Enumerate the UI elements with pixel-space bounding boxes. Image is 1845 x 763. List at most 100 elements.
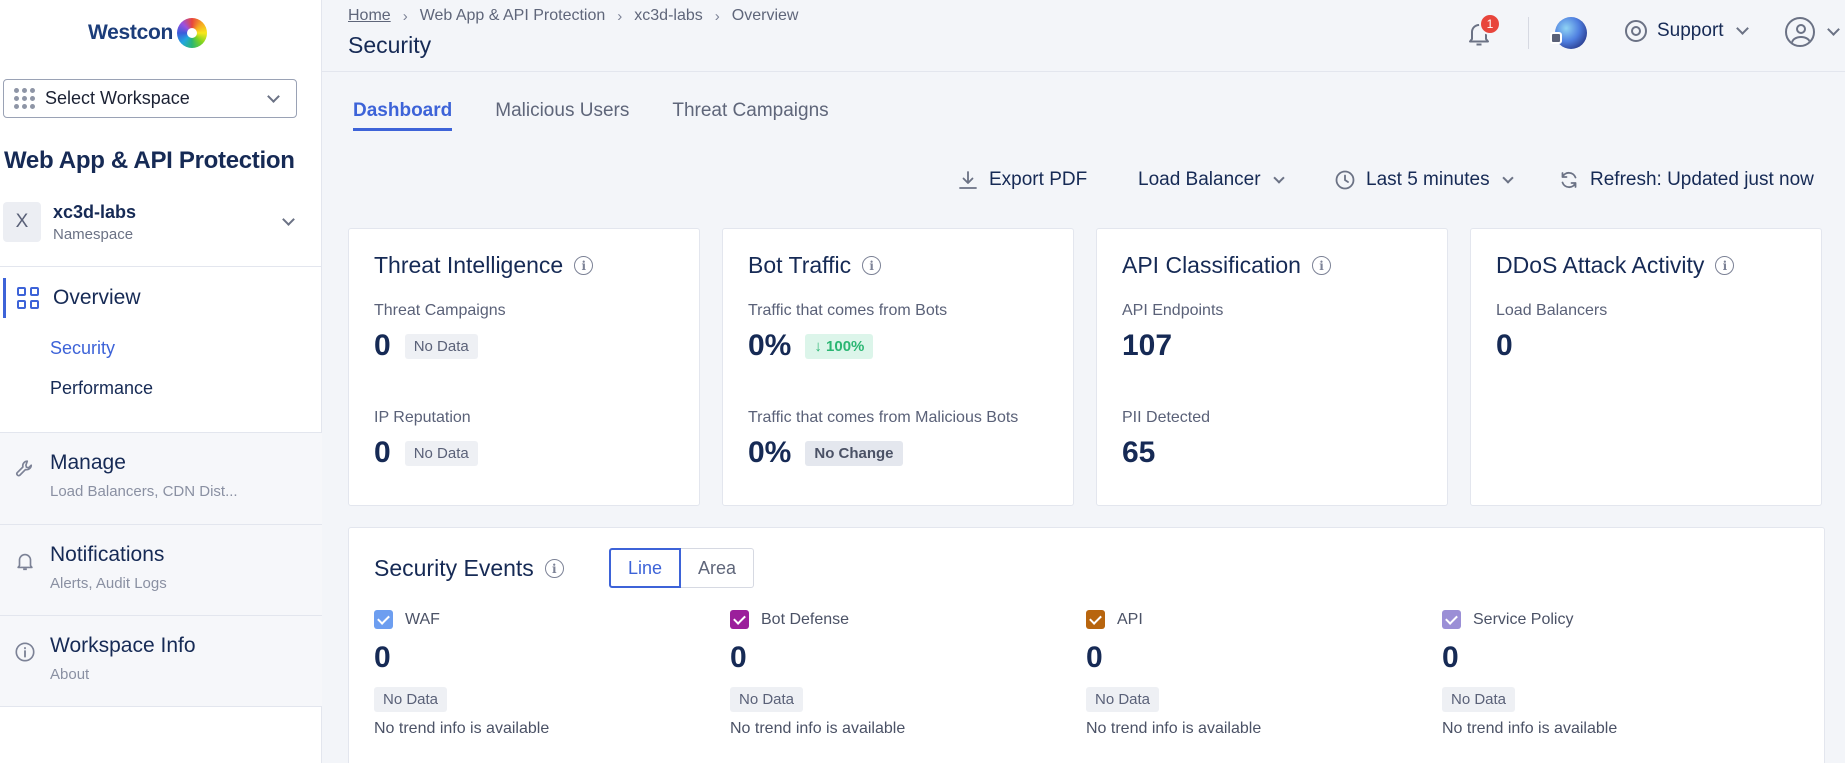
api-classification-card: API Classification i API Endpoints 107 PI… — [1096, 228, 1448, 506]
chevron-right-icon: › — [714, 7, 720, 25]
divider — [0, 266, 322, 267]
nav-performance[interactable]: Performance — [50, 378, 153, 399]
trend-value: 100% — [826, 337, 865, 355]
breadcrumb-home[interactable]: Home — [348, 7, 391, 25]
namespace-avatar: X — [3, 202, 41, 242]
bot-defense-checkbox[interactable] — [730, 610, 749, 629]
nav-workspace-info-sub: About — [50, 666, 90, 683]
info-icon[interactable]: i — [544, 559, 564, 578]
event-value: 0 — [730, 641, 747, 674]
card-title: Threat Intelligence — [374, 252, 564, 278]
info-icon[interactable]: i — [1715, 256, 1735, 275]
lifebuoy-icon — [1625, 20, 1647, 42]
bell-icon — [17, 553, 33, 571]
panel-title: Security Events — [374, 555, 534, 581]
user-menu[interactable] — [1785, 17, 1840, 47]
nav-workspace-info[interactable]: Workspace Info About — [0, 616, 322, 707]
event-label: API — [1117, 610, 1143, 628]
metric-value: 107 — [1122, 329, 1173, 362]
event-label: WAF — [405, 610, 440, 628]
info-icon[interactable]: i — [1311, 256, 1331, 275]
event-api: API 0 No Data No trend info is available — [1086, 610, 1386, 738]
tab-bar: Dashboard Malicious Users Threat Campaig… — [353, 100, 829, 131]
metric-label: Traffic that comes from Malicious Bots — [748, 409, 1019, 426]
ddos-attack-activity-card: DDoS Attack Activity i Load Balancers 0 — [1470, 228, 1822, 506]
threat-intelligence-card: Threat Intelligence i Threat Campaigns 0N… — [348, 228, 700, 506]
card-title: Bot Traffic — [748, 252, 852, 278]
status-badge: No Data — [404, 333, 478, 359]
metric-label: PII Detected — [1122, 409, 1211, 426]
load-balancer-label: Load Balancer — [1138, 169, 1261, 190]
chevron-right-icon: › — [617, 7, 623, 25]
chevron-down-icon — [1272, 171, 1285, 184]
namespace-selector[interactable]: X xc3d-labs Namespace — [3, 198, 313, 246]
metric-value: 65 — [1122, 436, 1156, 469]
top-header: Home › Web App & API Protection › xc3d-l… — [322, 0, 1845, 72]
tab-malicious-users[interactable]: Malicious Users — [495, 100, 629, 131]
event-label: Service Policy — [1473, 610, 1574, 628]
breadcrumb-app[interactable]: Web App & API Protection — [420, 7, 606, 25]
active-indicator — [3, 278, 6, 318]
brand-mark-icon — [177, 18, 208, 48]
workspace-select[interactable]: Select Workspace — [3, 79, 297, 118]
status-badge: No Change — [805, 440, 903, 466]
chevron-down-icon — [1735, 22, 1749, 35]
tab-dashboard[interactable]: Dashboard — [353, 100, 453, 131]
metric-value: 0 — [374, 436, 391, 469]
nav-notifications[interactable]: Notifications Alerts, Audit Logs — [0, 525, 322, 616]
metric-value: 0% — [748, 329, 792, 362]
trend-text: No trend info is available — [730, 720, 906, 737]
nav-manage[interactable]: Manage Load Balancers, CDN Dist... — [0, 433, 322, 524]
toggle-line[interactable]: Line — [609, 548, 682, 588]
chevron-down-icon — [1501, 171, 1514, 184]
metric-label: Threat Campaigns — [374, 302, 506, 319]
export-pdf-label: Export PDF — [989, 169, 1088, 190]
nav-overview[interactable]: Overview — [0, 278, 322, 318]
refresh-button[interactable]: Refresh: Updated just now — [1558, 169, 1814, 191]
trend-badge: ↓ 100% — [805, 333, 874, 359]
sidebar: Westcon Select Workspace Web App & API P… — [0, 0, 322, 763]
event-bot-defense: Bot Defense 0 No Data No trend info is a… — [730, 610, 1030, 738]
divider — [0, 706, 322, 707]
clock-icon — [1335, 170, 1355, 190]
nav-security[interactable]: Security — [50, 338, 115, 359]
trend-text: No trend info is available — [1086, 720, 1262, 737]
event-service-policy: Service Policy 0 No Data No trend info i… — [1442, 610, 1742, 738]
service-policy-checkbox[interactable] — [1442, 610, 1461, 629]
brand-logo[interactable]: Westcon — [88, 18, 208, 48]
tab-threat-campaigns[interactable]: Threat Campaigns — [672, 100, 828, 131]
notification-count-badge: 1 — [1479, 13, 1501, 35]
trend-text: No trend info is available — [374, 720, 550, 737]
support-menu[interactable]: Support — [1625, 20, 1749, 42]
waf-checkbox[interactable] — [374, 610, 393, 629]
metric-label: Load Balancers — [1496, 302, 1608, 319]
api-checkbox[interactable] — [1086, 610, 1105, 629]
info-icon[interactable]: i — [862, 256, 882, 275]
card-title: DDoS Attack Activity — [1496, 252, 1705, 278]
arrow-down-icon: ↓ — [814, 337, 827, 355]
app-title: Web App & API Protection — [4, 147, 295, 174]
export-pdf-button[interactable]: Export PDF — [957, 169, 1087, 191]
metric-value: 0 — [374, 329, 391, 362]
time-range-label: Last 5 minutes — [1366, 169, 1490, 190]
namespace-name: xc3d-labs — [53, 201, 137, 222]
workspace-select-label: Select Workspace — [45, 88, 190, 108]
chevron-down-icon — [1827, 23, 1840, 36]
status-badge: No Data — [404, 440, 478, 466]
apps-grid-icon — [14, 88, 35, 109]
info-icon — [15, 642, 35, 662]
metric-label: Traffic that comes from Bots — [748, 302, 948, 319]
dashboard-grid-icon — [17, 287, 39, 309]
wrench-icon — [16, 460, 33, 477]
breadcrumb-namespace[interactable]: xc3d-labs — [634, 7, 702, 25]
breadcrumb: Home › Web App & API Protection › xc3d-l… — [348, 7, 798, 25]
divider — [1528, 17, 1529, 49]
metric-value: 0 — [1496, 329, 1513, 362]
load-balancer-select[interactable]: Load Balancer — [1138, 169, 1285, 191]
chevron-right-icon: › — [402, 7, 408, 25]
nav-notifications-sub: Alerts, Audit Logs — [50, 575, 167, 592]
time-range-select[interactable]: Last 5 minutes — [1334, 169, 1514, 191]
toggle-area[interactable]: Area — [681, 548, 755, 588]
nav-manage-sub: Load Balancers, CDN Dist... — [50, 483, 238, 500]
info-icon[interactable]: i — [574, 256, 594, 275]
